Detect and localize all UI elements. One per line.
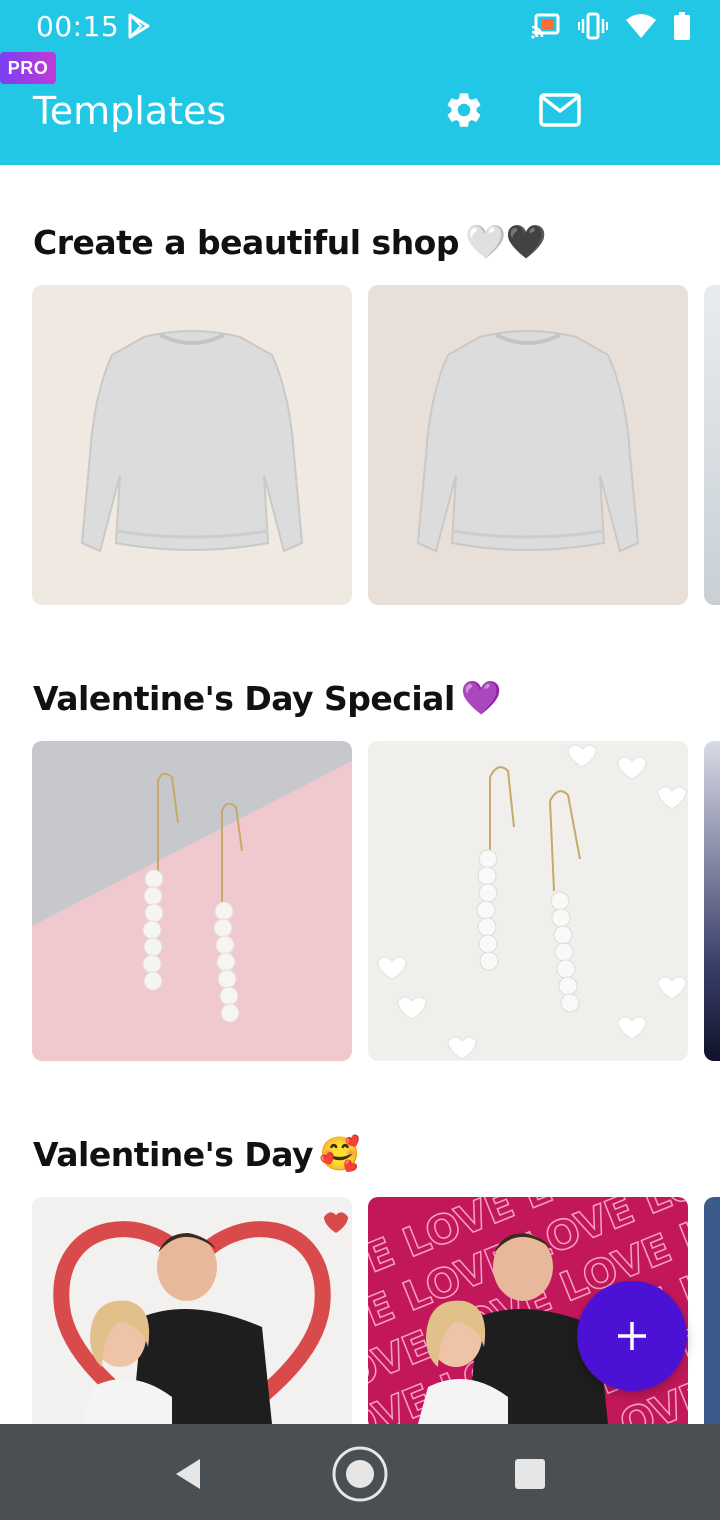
add-template-fab[interactable] <box>577 1281 687 1391</box>
mail-button[interactable] <box>532 82 588 138</box>
status-bar: 00:15 <box>0 0 720 52</box>
template-card-peek[interactable] <box>704 1197 720 1424</box>
battery-icon <box>674 12 690 45</box>
mail-icon <box>539 93 581 127</box>
section-emoji: 🥰 <box>319 1134 360 1173</box>
sweater-image <box>416 330 640 553</box>
section-title-valentine: Valentine's Day 🥰 <box>33 1134 360 1174</box>
vibrate-icon <box>578 12 608 45</box>
section-emoji: 🤍🖤 <box>464 222 547 261</box>
back-button[interactable] <box>158 1444 218 1504</box>
sweater-image <box>80 330 304 553</box>
app-bar: Templates PRO <box>0 52 720 165</box>
couple-heart-image <box>53 1212 348 1424</box>
earrings-image <box>377 744 687 1060</box>
plus-icon <box>618 1322 646 1350</box>
system-nav-bar <box>0 1424 720 1520</box>
template-card-earrings-2[interactable] <box>368 741 688 1061</box>
template-card-earrings-1[interactable] <box>32 741 352 1061</box>
status-icons <box>530 12 690 45</box>
settings-icon <box>447 93 481 127</box>
home-circle-icon <box>332 1446 388 1502</box>
template-card-sweater-2[interactable] <box>368 285 688 605</box>
template-card-peek[interactable] <box>704 285 720 605</box>
play-store-icon <box>126 13 152 44</box>
section-title-text: Valentine's Day <box>33 1134 314 1174</box>
section-emoji: 💜 <box>460 678 502 717</box>
template-card-sweater-1[interactable] <box>32 285 352 605</box>
cast-icon <box>530 13 560 44</box>
back-triangle-icon <box>176 1459 200 1489</box>
section-title-shop: Create a beautiful shop 🤍🖤 <box>33 222 547 262</box>
wifi-icon <box>626 13 656 44</box>
template-card-couple-heart[interactable] <box>32 1197 352 1424</box>
status-time: 00:15 <box>36 10 120 43</box>
page-title: Templates <box>33 89 227 133</box>
settings-button[interactable] <box>436 82 492 138</box>
earrings-image <box>32 741 352 1023</box>
section-title-text: Create a beautiful shop <box>33 222 459 262</box>
pro-badge-button[interactable]: PRO <box>0 52 56 84</box>
template-card-peek[interactable] <box>704 741 720 1061</box>
section-title-text: Valentine's Day Special <box>33 678 455 718</box>
recents-button[interactable] <box>500 1444 560 1504</box>
section-title-valentine-special: Valentine's Day Special 💜 <box>33 678 502 718</box>
home-button[interactable] <box>330 1444 390 1504</box>
recents-square-icon <box>515 1459 545 1489</box>
